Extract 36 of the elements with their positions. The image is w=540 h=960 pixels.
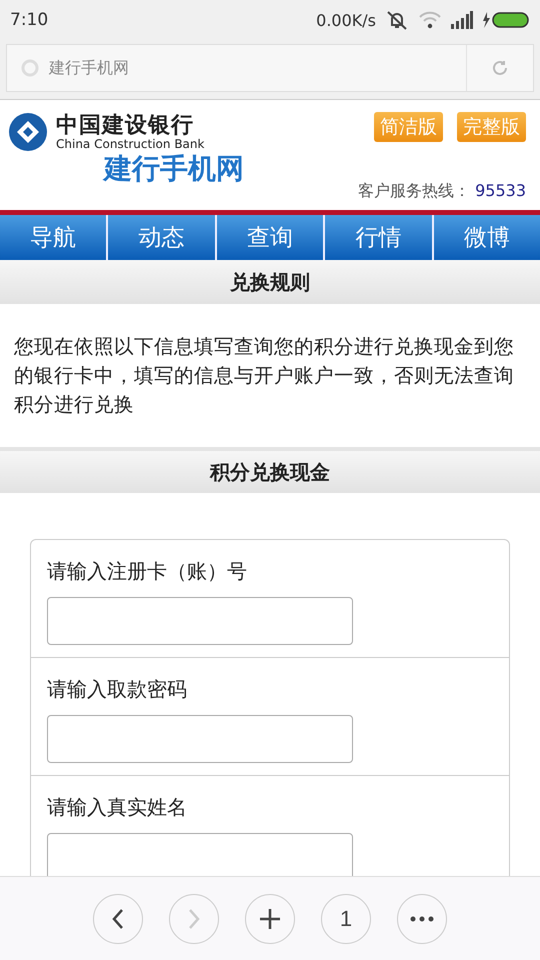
nav-tab[interactable]: 查询 [216, 215, 326, 260]
field-label: 请输入真实姓名 [47, 794, 188, 821]
nav-tab[interactable]: 导航 [0, 215, 108, 260]
input-field[interactable] [47, 833, 353, 876]
input-field[interactable] [47, 597, 353, 645]
logo-icon [8, 112, 48, 152]
wifi-icon [418, 10, 442, 30]
hotline-label: 客户服务热线： [358, 181, 470, 200]
more-icon [410, 916, 434, 922]
battery-charging-icon [482, 11, 530, 29]
bank-name-english: China Construction Bank [56, 138, 204, 150]
field-label: 请输入注册卡（账）号 [47, 558, 248, 585]
input-field[interactable] [47, 715, 353, 763]
muted-bell-icon [385, 9, 409, 31]
plus-icon [259, 908, 281, 930]
loading-icon [21, 59, 39, 77]
bank-name: 中国建设银行 [56, 114, 195, 138]
new-tab-button[interactable] [245, 894, 295, 944]
clock-text: 7:10 [10, 10, 48, 30]
network-speed-text: 0.00K/s [316, 10, 376, 30]
section-header: 兑换规则 [0, 260, 540, 304]
section-header: 积分兑换现金 [0, 447, 540, 493]
more-button[interactable] [397, 894, 447, 944]
reload-icon[interactable] [491, 59, 509, 77]
hotline-number: 95533 [475, 181, 526, 200]
page-title: 建行手机网 [49, 58, 130, 78]
rules-paragraph: 您现在依照以下信息填写查询您的积分进行兑换现金到您的银行卡中，填写的信息与开户账户一致，否则无法查询积分进行兑换 [13, 334, 515, 418]
site-name: 建行手机网 [104, 152, 244, 186]
nav-tab[interactable]: 微博 [434, 215, 540, 260]
field-label: 请输入取款密码 [47, 676, 188, 703]
back-button[interactable] [93, 894, 143, 944]
signal-icon [451, 11, 473, 29]
nav-tab[interactable]: 动态 [108, 215, 217, 260]
address-bar[interactable]: 建行手机网 [6, 44, 534, 92]
tab-count-button[interactable]: 1 [321, 894, 371, 944]
nav-tab[interactable]: 行情 [325, 215, 434, 260]
